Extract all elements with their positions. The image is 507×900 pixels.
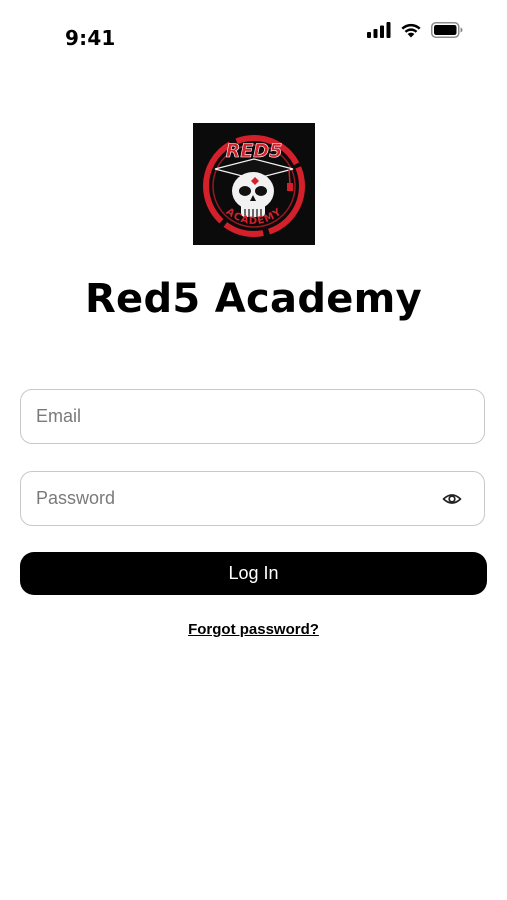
battery-icon bbox=[431, 22, 463, 38]
status-time: 9:41 bbox=[65, 26, 116, 50]
app-title: Red5 Academy bbox=[84, 276, 423, 322]
email-input[interactable] bbox=[36, 390, 436, 443]
red5-academy-logo: RED5 ACADEMY bbox=[193, 123, 315, 245]
show-password-eye-icon[interactable] bbox=[442, 489, 462, 509]
password-input[interactable] bbox=[36, 472, 436, 525]
forgot-password-link[interactable]: Forgot password? bbox=[0, 621, 507, 638]
wifi-icon bbox=[400, 22, 422, 38]
status-bar: 9:41 bbox=[0, 0, 507, 70]
cellular-signal-icon bbox=[367, 22, 391, 38]
login-button[interactable]: Log In bbox=[20, 552, 487, 595]
password-field[interactable] bbox=[20, 471, 485, 526]
email-field[interactable] bbox=[20, 389, 485, 444]
status-icons bbox=[367, 22, 463, 38]
